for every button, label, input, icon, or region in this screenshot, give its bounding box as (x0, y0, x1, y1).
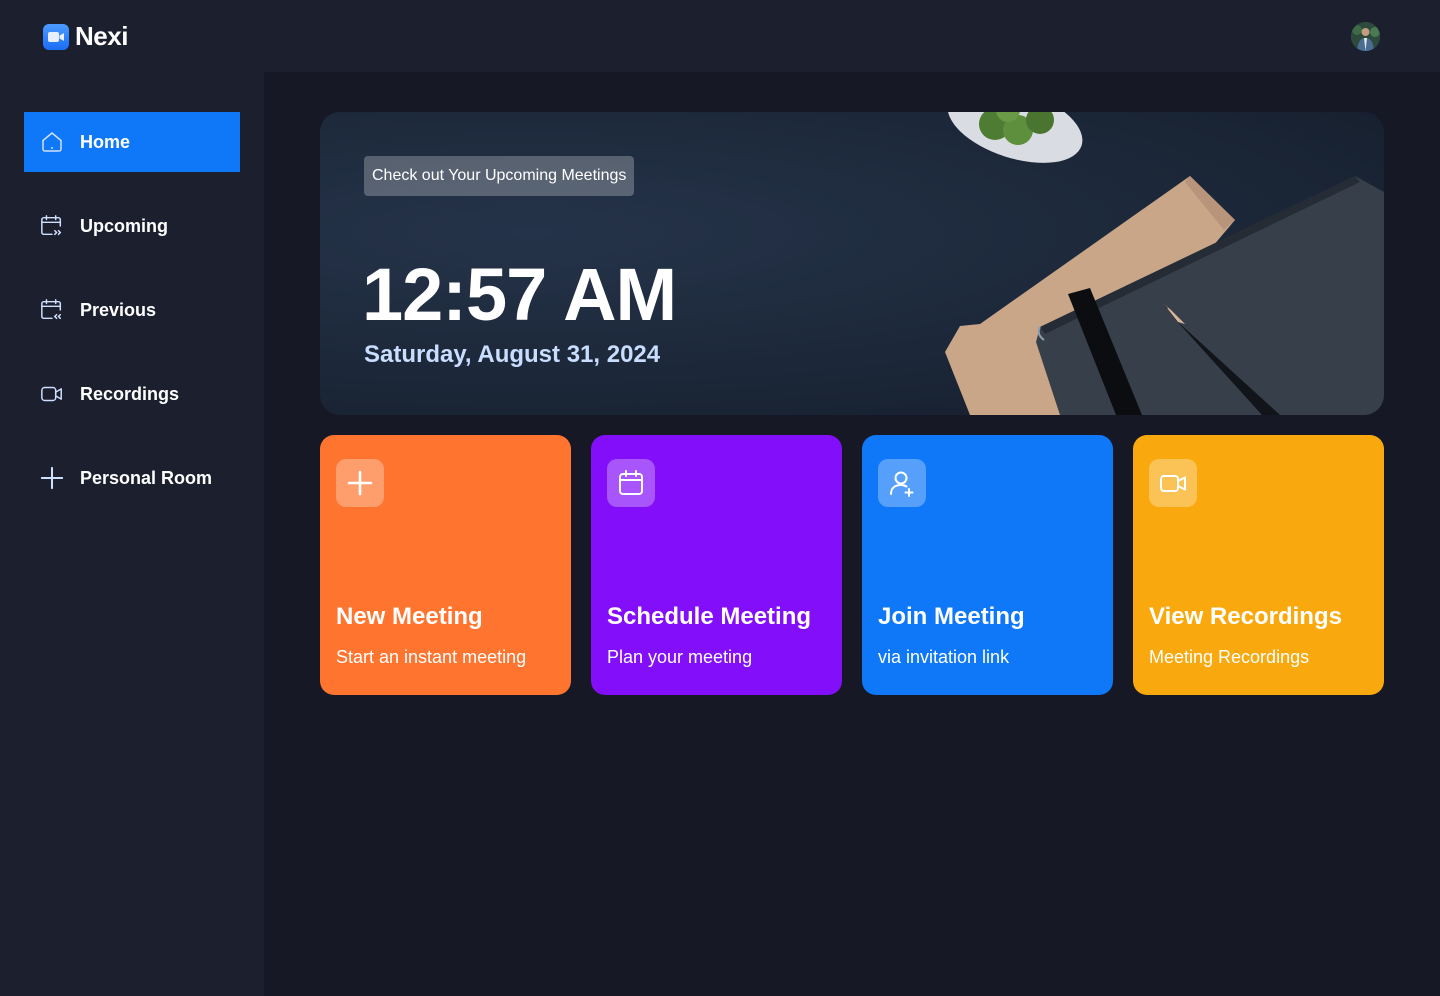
plus-icon (336, 459, 384, 507)
current-date: Saturday, August 31, 2024 (364, 341, 661, 368)
current-time: 12:57 AM (362, 253, 677, 336)
view-recordings-card[interactable]: View Recordings Meeting Recordings (1133, 435, 1384, 695)
sidebar-item-recordings[interactable]: Recordings (24, 364, 240, 424)
card-title: Join Meeting (878, 603, 1025, 630)
calendar-back-icon (40, 298, 64, 322)
card-subtitle: Meeting Recordings (1149, 647, 1310, 667)
sidebar-item-previous[interactable]: Previous (24, 280, 240, 340)
card-subtitle: via invitation link (878, 647, 1010, 667)
user-avatar[interactable] (1351, 22, 1380, 51)
sidebar-item-label: Previous (80, 299, 157, 320)
card-title: Schedule Meeting (607, 603, 812, 630)
main-content: Check out Your Upcoming Meetings 12:57 A… (264, 72, 1440, 996)
new-meeting-card[interactable]: New Meeting Start an instant meeting (320, 435, 571, 695)
card-subtitle: Plan your meeting (607, 647, 753, 667)
app-logo[interactable]: Nexi (43, 21, 128, 52)
add-user-icon (878, 459, 926, 507)
sidebar-item-label: Recordings (80, 383, 180, 404)
sidebar-item-label: Upcoming (80, 215, 168, 236)
sidebar-item-personal-room[interactable]: Personal Room (24, 448, 240, 508)
join-meeting-card[interactable]: Join Meeting via invitation link (862, 435, 1113, 695)
card-subtitle: Start an instant meeting (336, 647, 527, 667)
app-name: Nexi (75, 21, 128, 51)
card-title: View Recordings (1149, 603, 1342, 630)
sidebar-item-home[interactable]: Home (24, 112, 240, 172)
card-title: New Meeting (336, 603, 483, 630)
schedule-meeting-card[interactable]: Schedule Meeting Plan your meeting (591, 435, 842, 695)
video-camera-logo-icon (43, 23, 69, 50)
plus-icon (40, 466, 64, 490)
calendar-forward-icon (40, 214, 64, 238)
top-bar: Nexi (0, 0, 1440, 72)
sidebar-item-label: Home (80, 131, 131, 152)
sidebar-item-label: Personal Room (80, 467, 213, 488)
desk-illustration (945, 112, 1384, 415)
sidebar: Home Upcoming Previous Recordings Person… (0, 72, 264, 996)
calendar-icon (607, 459, 655, 507)
home-icon (40, 130, 64, 154)
video-icon (1149, 459, 1197, 507)
hero-banner: Check out Your Upcoming Meetings 12:57 A… (320, 112, 1384, 415)
video-icon (40, 382, 64, 406)
sidebar-item-upcoming[interactable]: Upcoming (24, 196, 240, 256)
upcoming-meetings-badge[interactable]: Check out Your Upcoming Meetings (364, 156, 635, 196)
